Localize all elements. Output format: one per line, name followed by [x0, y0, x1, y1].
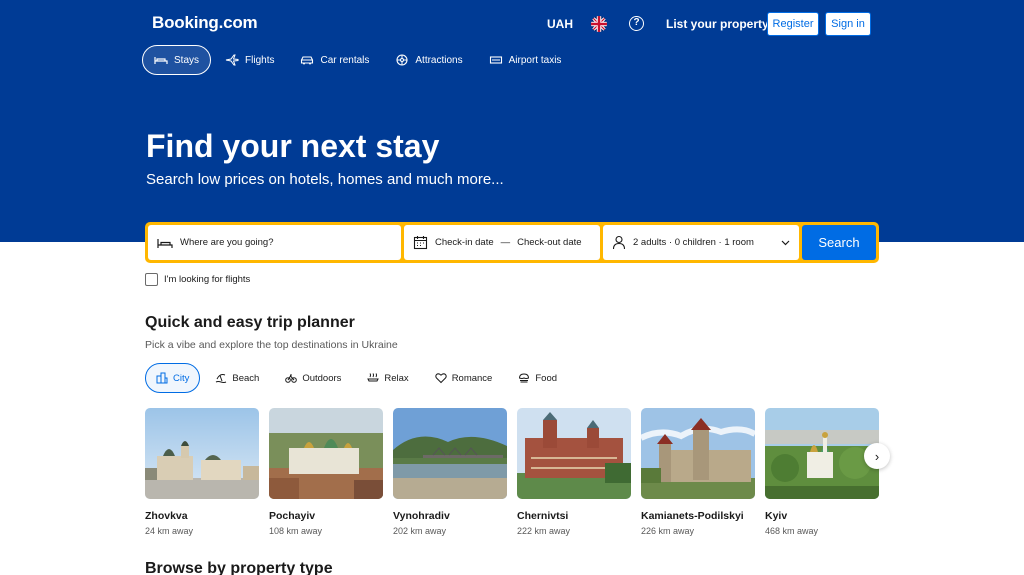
destination-card-vynohradiv[interactable]: Vynohradiv 202 km away: [393, 408, 507, 536]
destination-image[interactable]: [269, 408, 383, 499]
destination-card-pochayiv[interactable]: Pochayiv 108 km away: [269, 408, 383, 536]
destination-name[interactable]: Kamianets-Podilskyi: [641, 510, 755, 522]
destination-image[interactable]: [393, 408, 507, 499]
destination-name[interactable]: Zhovkva: [145, 510, 259, 522]
city-icon: [156, 372, 168, 384]
hero-title: Find your next stay: [146, 128, 440, 164]
list-your-property-link[interactable]: List your property: [666, 17, 769, 31]
search-bar: Where are you going? Check-in date — Che…: [145, 222, 879, 263]
destination-field[interactable]: Where are you going?: [148, 225, 401, 260]
chip-food-label: Food: [535, 372, 558, 384]
heart-icon: [435, 373, 447, 384]
chip-city[interactable]: City: [145, 363, 201, 393]
car-icon: [301, 56, 314, 65]
browse-property-type-title: Browse by property type: [145, 560, 333, 575]
tab-car-rentals[interactable]: Car rentals: [288, 45, 381, 75]
chip-relax-label: Relax: [384, 372, 409, 384]
product-nav: Stays Flights Car rentals Attractions Ai…: [142, 45, 575, 75]
date-picker-field[interactable]: Check-in date — Check-out date: [404, 225, 600, 260]
flights-checkbox-label: I'm looking for flights: [164, 274, 251, 285]
date-separator: —: [500, 237, 511, 248]
plane-icon: [225, 54, 239, 66]
chip-city-label: City: [173, 372, 190, 384]
occupancy-field[interactable]: 2 adults · 0 children · 1 room: [603, 225, 799, 260]
booking-logo[interactable]: Booking.com: [152, 13, 258, 33]
tab-airport-taxis[interactable]: Airport taxis: [477, 45, 574, 75]
tab-attractions[interactable]: Attractions: [383, 45, 474, 75]
destination-carousel: Zhovkva 24 km away Pochayiv 108 km away: [145, 408, 879, 536]
chip-beach-label: Beach: [232, 372, 260, 384]
destination-placeholder: Where are you going?: [180, 237, 274, 248]
search-button[interactable]: Search: [802, 225, 876, 260]
destination-distance: 222 km away: [517, 526, 571, 536]
tab-stays[interactable]: Stays: [142, 45, 212, 75]
destination-distance: 108 km away: [269, 526, 323, 536]
destination-name[interactable]: Vynohradiv: [393, 510, 507, 522]
chip-romance[interactable]: Romance: [424, 363, 504, 393]
tab-flights-label: Flights: [245, 54, 275, 66]
destination-name[interactable]: Chernivtsi: [517, 510, 631, 522]
vibe-chips: City Beach Outdoors Relax Romance Food: [145, 363, 568, 393]
bed-icon: [154, 57, 168, 64]
bike-icon: [285, 374, 298, 383]
destination-distance: 24 km away: [145, 526, 194, 536]
uk-flag-icon[interactable]: [591, 16, 607, 32]
tab-airport-taxis-label: Airport taxis: [508, 54, 562, 66]
destination-card-kamianets-podilskyi[interactable]: Kamianets-Podilskyi 226 km away: [641, 408, 755, 536]
occupancy-group: 2 adults · 0 children · 1 room: [612, 235, 754, 250]
destination-image[interactable]: [765, 408, 879, 499]
chip-food[interactable]: Food: [507, 363, 568, 393]
trip-planner-subtitle: Pick a vibe and explore the top destinat…: [145, 339, 398, 351]
chip-romance-label: Romance: [451, 372, 493, 384]
beach-icon: [216, 374, 227, 383]
destination-name[interactable]: Kyiv: [765, 510, 879, 522]
destination-card-kyiv[interactable]: Kyiv 468 km away: [765, 408, 879, 536]
calendar-icon: [413, 236, 428, 250]
tab-flights[interactable]: Flights: [213, 45, 286, 75]
register-button[interactable]: Register: [767, 12, 819, 36]
currency-selector[interactable]: UAH: [547, 17, 573, 31]
checkin-label: Check-in date: [435, 237, 494, 248]
flights-checkbox-row[interactable]: I'm looking for flights: [145, 273, 250, 286]
trip-planner-title: Quick and easy trip planner: [145, 314, 355, 331]
attractions-icon: [396, 54, 408, 66]
food-icon: [519, 373, 530, 383]
chip-beach[interactable]: Beach: [204, 363, 270, 393]
hero-banner: [0, 0, 1024, 242]
tab-car-rentals-label: Car rentals: [320, 54, 370, 66]
chip-outdoors-label: Outdoors: [302, 372, 342, 384]
hero-subtitle: Search low prices on hotels, homes and m…: [146, 171, 504, 188]
carousel-next-button[interactable]: ›: [864, 443, 890, 469]
destination-image[interactable]: [517, 408, 631, 499]
chip-outdoors[interactable]: Outdoors: [274, 363, 352, 393]
person-icon: [612, 235, 626, 250]
relax-icon: [367, 373, 380, 382]
occupancy-label: 2 adults · 0 children · 1 room: [633, 237, 754, 248]
flights-checkbox[interactable]: [145, 273, 158, 286]
destination-distance: 468 km away: [765, 526, 819, 536]
chevron-down-icon: [781, 240, 790, 245]
destination-card-chernivtsi[interactable]: Chernivtsi 222 km away: [517, 408, 631, 536]
destination-distance: 226 km away: [641, 526, 695, 536]
destination-distance: 202 km away: [393, 526, 447, 536]
destination-card-zhovkva[interactable]: Zhovkva 24 km away: [145, 408, 259, 536]
sign-in-button[interactable]: Sign in: [825, 12, 871, 36]
bed-icon: [157, 238, 173, 248]
taxi-icon: [489, 56, 502, 64]
help-icon[interactable]: ?: [629, 16, 644, 31]
chip-relax[interactable]: Relax: [356, 363, 419, 393]
tab-attractions-label: Attractions: [415, 54, 463, 66]
destination-image[interactable]: [145, 408, 259, 499]
tab-stays-label: Stays: [174, 54, 200, 66]
destination-name[interactable]: Pochayiv: [269, 510, 383, 522]
destination-image[interactable]: [641, 408, 755, 499]
checkout-label: Check-out date: [517, 237, 582, 248]
